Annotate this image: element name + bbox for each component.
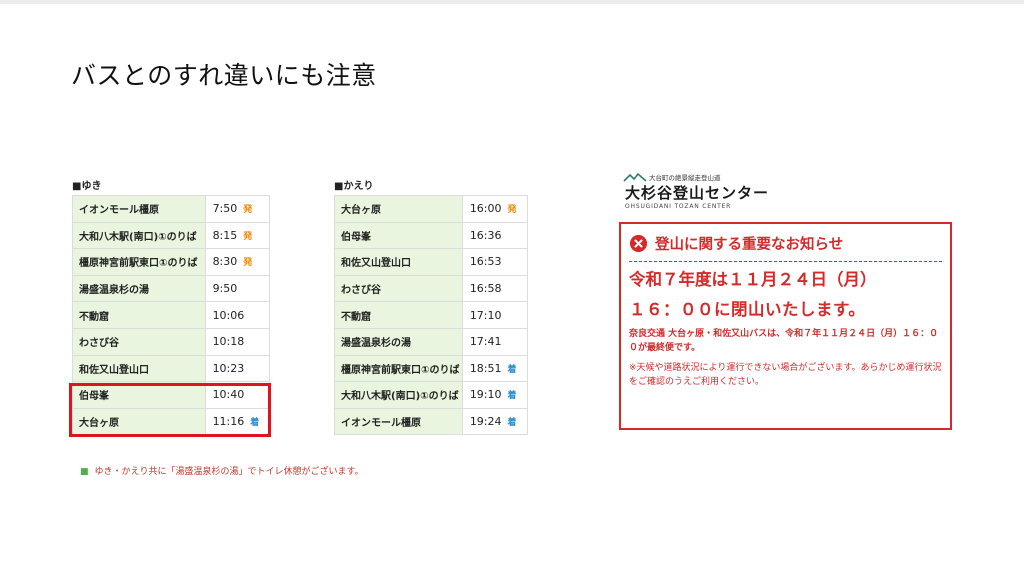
stop-name: 大和八木駅(南口)①のりば [72, 221, 206, 250]
timetable-row: イオンモール橿原 7:50 発 [72, 195, 271, 223]
time-value: 10:23 [212, 361, 245, 375]
time-value: 7:50 [212, 202, 238, 216]
stop-name: イオンモール橿原 [72, 195, 206, 223]
timetable-row: 不動窟 17:10 [334, 301, 529, 329]
time-value: 19:10 [469, 388, 502, 402]
mountain-icon [623, 172, 647, 182]
time-value: 8:15 [212, 228, 238, 242]
timetable-row: 和佐又山登山口 16:53 [334, 248, 529, 276]
close-circle-icon [630, 235, 647, 252]
departure-time-cell: 10:18 [204, 327, 271, 356]
return-timetable: 大台ヶ原 16:00 発伯母峯 16:36 和佐又山登山口 16:53 わさび谷 16:58 不… [334, 195, 529, 436]
weather-caution: ※天候や道路状況により運行できない場合がございます。あらかじめ運行状況をご確認の… [629, 363, 942, 387]
timetable-row: 湯盛温泉杉の湯 17:41 [334, 327, 529, 356]
rest-stop-note: ■ ゆき・かえり共に「湯盛温泉杉の湯」でトイレ休憩がございます。 [80, 464, 364, 477]
timetable-row: 伯母峯 16:36 [334, 221, 529, 250]
timetable-row: 大和八木駅(南口)①のりば 8:15 発 [72, 221, 271, 250]
departure-time-cell: 19:10 着 [461, 381, 529, 409]
stop-name: 和佐又山登山口 [72, 354, 206, 383]
top-bar [0, 0, 1024, 4]
stop-name: 不動窟 [334, 301, 463, 329]
arrive-badge: 着 [507, 391, 517, 402]
departure-time-cell: 18:51 着 [461, 354, 529, 383]
departure-time-cell: 8:15 発 [204, 221, 271, 250]
time-value: 17:10 [469, 308, 502, 322]
timetable-row: 橿原神宮前駅東口①のりば 8:30 発 [72, 248, 271, 276]
depart-badge: 発 [243, 231, 253, 242]
outbound-label: ■ゆき [72, 181, 102, 192]
departure-time-cell: 8:30 発 [204, 248, 271, 276]
stop-name: 和佐又山登山口 [334, 248, 463, 276]
departure-time-cell: 19:24 着 [461, 407, 529, 436]
closure-date: 令和７年度は１１月２４日（月） [629, 270, 877, 289]
depart-badge: 発 [243, 205, 253, 216]
logo-english: OHSUGIDANI TOZAN CENTER [625, 203, 732, 210]
timetable-row: わさび谷 10:18 [72, 327, 271, 356]
time-value: 16:36 [469, 228, 502, 242]
time-value: 10:06 [212, 308, 245, 322]
depart-badge: 発 [507, 205, 517, 216]
timetable-row: 大台ヶ原 16:00 発 [334, 195, 529, 223]
timetable-row: 大和八木駅(南口)①のりば 19:10 着 [334, 381, 529, 409]
stop-name: わさび谷 [334, 274, 463, 303]
departure-time-cell: 9:50 [204, 274, 271, 303]
timetable-row: わさび谷 16:58 [334, 274, 529, 303]
stop-name: 不動窟 [72, 301, 206, 329]
time-value: 16:58 [469, 282, 502, 296]
arrive-badge: 着 [507, 418, 517, 429]
time-value: 18:51 [469, 361, 502, 375]
center-logo: 大台町の絶景縦走登山道 大杉谷登山センター OHSUGIDANI TOZAN C… [623, 172, 793, 214]
timetable-row: 湯盛温泉杉の湯 9:50 [72, 274, 271, 303]
depart-badge: 発 [243, 258, 253, 269]
logo-name: 大杉谷登山センター [625, 184, 770, 202]
departure-time-cell: 16:58 [461, 274, 529, 303]
stop-name: 湯盛温泉杉の湯 [72, 274, 206, 303]
closure-notice: 登山に関する重要なお知らせ 令和７年度は１１月２４日（月） １６：００に閉山いた… [619, 222, 952, 430]
note-text: ゆき・かえり共に「湯盛温泉杉の湯」でトイレ休憩がございます。 [94, 467, 364, 477]
departure-time-cell: 17:10 [461, 301, 529, 329]
return-label: ■かえり [334, 181, 374, 192]
departure-time-cell: 16:36 [461, 221, 529, 250]
departure-time-cell: 16:53 [461, 248, 529, 276]
page-title: バスとのすれ違いにも注意 [71, 61, 377, 90]
time-value: 17:41 [469, 335, 502, 349]
departure-time-cell: 10:23 [204, 354, 271, 383]
bus-last-service: 奈良交通 大台ヶ原・和佐又山バスは、令和７年１１月２４日（月）１６：００が最終便… [629, 329, 939, 353]
closure-time: １６：００に閉山いたします。 [629, 300, 866, 319]
stop-name: 湯盛温泉杉の湯 [334, 327, 463, 356]
stop-name: イオンモール橿原 [334, 407, 463, 436]
stop-name: 橿原神宮前駅東口①のりば [334, 354, 463, 383]
time-value: 8:30 [212, 255, 238, 269]
departure-time-cell: 16:00 発 [461, 195, 529, 223]
timetable-row: イオンモール橿原 19:24 着 [334, 407, 529, 436]
highlight-box [69, 383, 271, 437]
stop-name: 伯母峯 [334, 221, 463, 250]
arrive-badge: 着 [507, 364, 517, 375]
bullet-icon: ■ [80, 467, 89, 477]
departure-time-cell: 7:50 発 [204, 195, 271, 223]
timetable-row: 橿原神宮前駅東口①のりば 18:51 着 [334, 354, 529, 383]
time-value: 19:24 [469, 415, 502, 429]
notice-title: 登山に関する重要なお知らせ [655, 237, 844, 253]
timetable-row: 和佐又山登山口 10:23 [72, 354, 271, 383]
time-value: 16:00 [469, 202, 502, 216]
timetable-row: 不動窟 10:06 [72, 301, 271, 329]
logo-subtitle: 大台町の絶景縦走登山道 [649, 174, 721, 182]
time-value: 9:50 [212, 282, 238, 296]
departure-time-cell: 17:41 [461, 327, 529, 356]
stop-name: わさび谷 [72, 327, 206, 356]
notice-header: 登山に関する重要なお知らせ [629, 232, 942, 262]
time-value: 10:18 [212, 335, 245, 349]
stop-name: 橿原神宮前駅東口①のりば [72, 248, 206, 276]
departure-time-cell: 10:06 [204, 301, 271, 329]
stop-name: 大和八木駅(南口)①のりば [334, 381, 463, 409]
time-value: 16:53 [469, 255, 502, 269]
stop-name: 大台ヶ原 [334, 195, 463, 223]
